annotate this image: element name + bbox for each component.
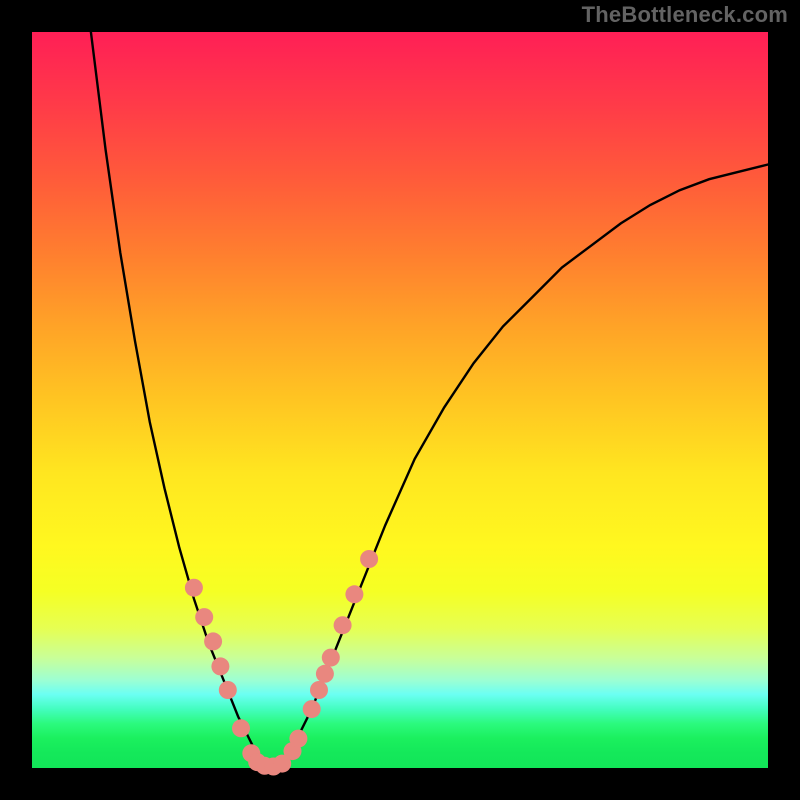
marker-point: [219, 681, 237, 699]
series-left-branch: [91, 32, 268, 768]
markers-group: [185, 550, 378, 776]
marker-point: [345, 585, 363, 603]
marker-point: [316, 665, 334, 683]
marker-point: [334, 616, 352, 634]
marker-point: [204, 632, 222, 650]
marker-point: [195, 608, 213, 626]
marker-point: [310, 681, 328, 699]
marker-point: [303, 700, 321, 718]
marker-point: [360, 550, 378, 568]
curves-group: [91, 32, 768, 768]
marker-point: [211, 657, 229, 675]
marker-point: [322, 649, 340, 667]
chart-svg: [0, 0, 800, 800]
marker-point: [232, 719, 250, 737]
series-right-branch: [268, 165, 769, 769]
marker-point: [289, 730, 307, 748]
watermark-text: TheBottleneck.com: [582, 4, 788, 26]
marker-point: [185, 579, 203, 597]
chart-frame: TheBottleneck.com: [0, 0, 800, 800]
